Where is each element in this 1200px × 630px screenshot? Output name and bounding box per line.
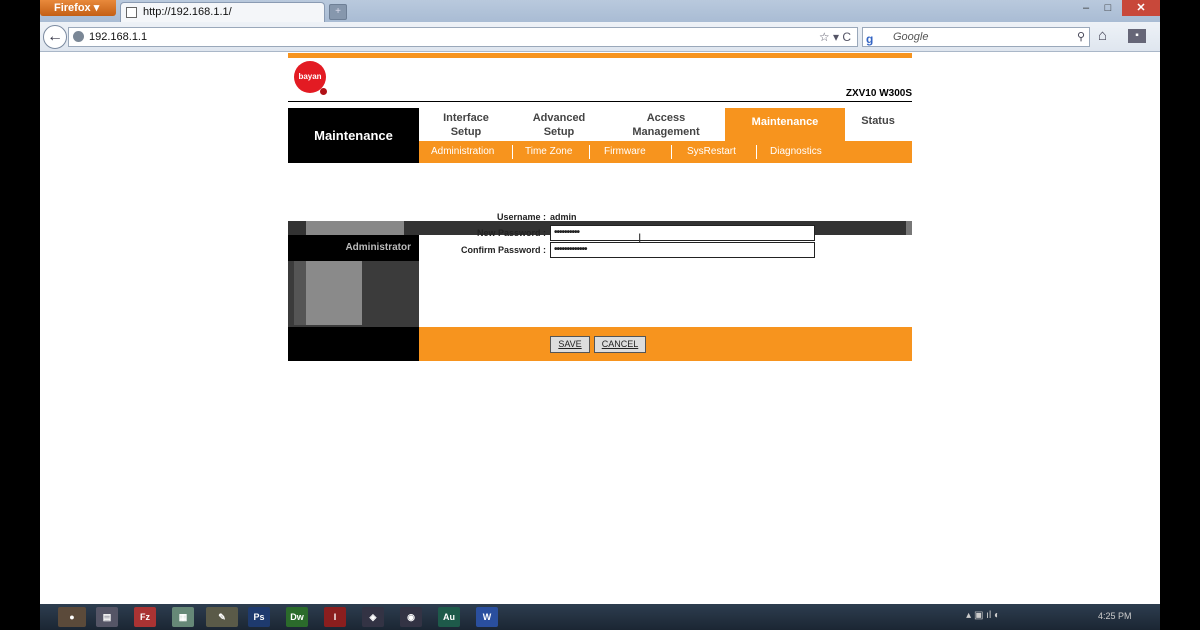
search-icon[interactable]: ⚲ (1077, 28, 1085, 46)
firefox-menu-button[interactable]: Firefox ▾ (40, 0, 116, 16)
app2-taskbar-icon[interactable]: ◉ (400, 607, 422, 627)
globe-icon (73, 31, 84, 42)
navigation-bar: ← 192.168.1.1 ☆ ▾ C g Google ⚲ ⌂ ▪ (40, 22, 1160, 52)
tab-title: http://192.168.1.1/ (143, 6, 232, 18)
audition-taskbar-icon[interactable]: Au (438, 607, 460, 627)
url-text: 192.168.1.1 (89, 31, 148, 43)
star-icon[interactable]: ☆ (819, 30, 830, 44)
subnav-sysrestart[interactable]: SysRestart (687, 146, 736, 157)
text-cursor-icon: I (638, 231, 642, 245)
page-icon (126, 7, 137, 18)
maximize-button[interactable]: □ (1098, 0, 1118, 16)
tab-router[interactable]: http://192.168.1.1/ (120, 2, 325, 22)
cancel-button[interactable]: CANCEL (594, 336, 646, 353)
save-button[interactable]: SAVE (550, 336, 590, 353)
reload-icon[interactable]: C (842, 30, 851, 44)
firefox-taskbar-icon[interactable]: ● (58, 607, 86, 627)
google-icon[interactable]: g (866, 30, 873, 48)
subnav-firmware[interactable]: Firmware (604, 146, 646, 157)
illustrator-taskbar-icon[interactable]: I (324, 607, 346, 627)
home-icon[interactable]: ⌂ (1098, 27, 1107, 44)
nav-advanced-setup[interactable]: Advanced Setup (524, 108, 594, 140)
header: bayan ZXV10 W300S (288, 58, 912, 102)
url-bar[interactable]: 192.168.1.1 ☆ ▾ C (68, 27, 858, 47)
taskbar: ● ▤ Fz ▦ ✎ Ps Dw I ◈ ◉ Au W ▴ ▣ ıl ◐ 4:2… (40, 604, 1160, 630)
new-password-field[interactable]: •••••••••• (550, 225, 815, 241)
new-tab-button[interactable]: + (329, 4, 347, 20)
side-title: Administrator (288, 235, 419, 261)
nav-maintenance[interactable]: Maintenance (725, 108, 845, 142)
photoshop-taskbar-icon[interactable]: Ps (248, 607, 270, 627)
minimize-button[interactable]: – (1076, 0, 1096, 16)
browser-window: Firefox ▾ http://192.168.1.1/ + – □ ✕ ← … (40, 0, 1160, 630)
confirm-password-label: Confirm Password : (460, 245, 546, 255)
section-title: Maintenance (288, 108, 419, 163)
sub-menu: Administration Time Zone Firmware SysRes… (419, 141, 912, 163)
filezilla-taskbar-icon[interactable]: Fz (134, 607, 156, 627)
subnav-time-zone[interactable]: Time Zone (525, 146, 572, 157)
model-name: ZXV10 W300S (845, 88, 912, 99)
side-panel (288, 261, 419, 327)
tab-bar: Firefox ▾ http://192.168.1.1/ + – □ ✕ (40, 0, 1160, 22)
username-value: admin (550, 212, 577, 222)
nav-access-management[interactable]: Access Management (622, 108, 710, 140)
system-tray[interactable]: ▴ ▣ ıl ◐ (966, 610, 1000, 621)
addon-icon[interactable]: ▪ (1128, 29, 1146, 43)
new-password-label: New Password : (476, 228, 546, 238)
explorer-taskbar-icon[interactable]: ▤ (96, 607, 118, 627)
nav-status[interactable]: Status (850, 108, 906, 140)
search-input[interactable]: g Google ⚲ (862, 27, 1090, 47)
new-password-row: New Password : •••••••••• (419, 225, 912, 241)
word-taskbar-icon[interactable]: W (476, 607, 498, 627)
username-label: Username : (496, 212, 546, 222)
footer-left (288, 327, 419, 361)
router-page: bayan ZXV10 W300S Maintenance Interface S… (288, 53, 912, 361)
gimp-taskbar-icon[interactable]: ✎ (206, 607, 238, 627)
confirm-password-row: Confirm Password : ••••••••••••• (419, 242, 912, 258)
close-button[interactable]: ✕ (1122, 0, 1160, 16)
logo-dot (320, 88, 327, 95)
main-menu: Maintenance Interface Setup Advanced Setup… (288, 102, 912, 163)
dreamweaver-taskbar-icon[interactable]: Dw (286, 607, 308, 627)
app-taskbar-icon[interactable]: ◈ (362, 607, 384, 627)
username-row: Username : admin (419, 209, 912, 225)
footer-bar: SAVE CANCEL (419, 327, 912, 361)
nav-interface-setup[interactable]: Interface Setup (434, 108, 498, 140)
dropdown-icon[interactable]: ▾ (833, 30, 839, 44)
subnav-administration[interactable]: Administration (431, 146, 494, 157)
notepad-taskbar-icon[interactable]: ▦ (172, 607, 194, 627)
search-placeholder: Google (893, 31, 929, 43)
confirm-password-field[interactable]: ••••••••••••• (550, 242, 815, 258)
clock: 4:25 PM (1098, 611, 1132, 621)
subnav-diagnostics[interactable]: Diagnostics (770, 146, 822, 157)
back-icon[interactable]: ← (43, 25, 67, 49)
